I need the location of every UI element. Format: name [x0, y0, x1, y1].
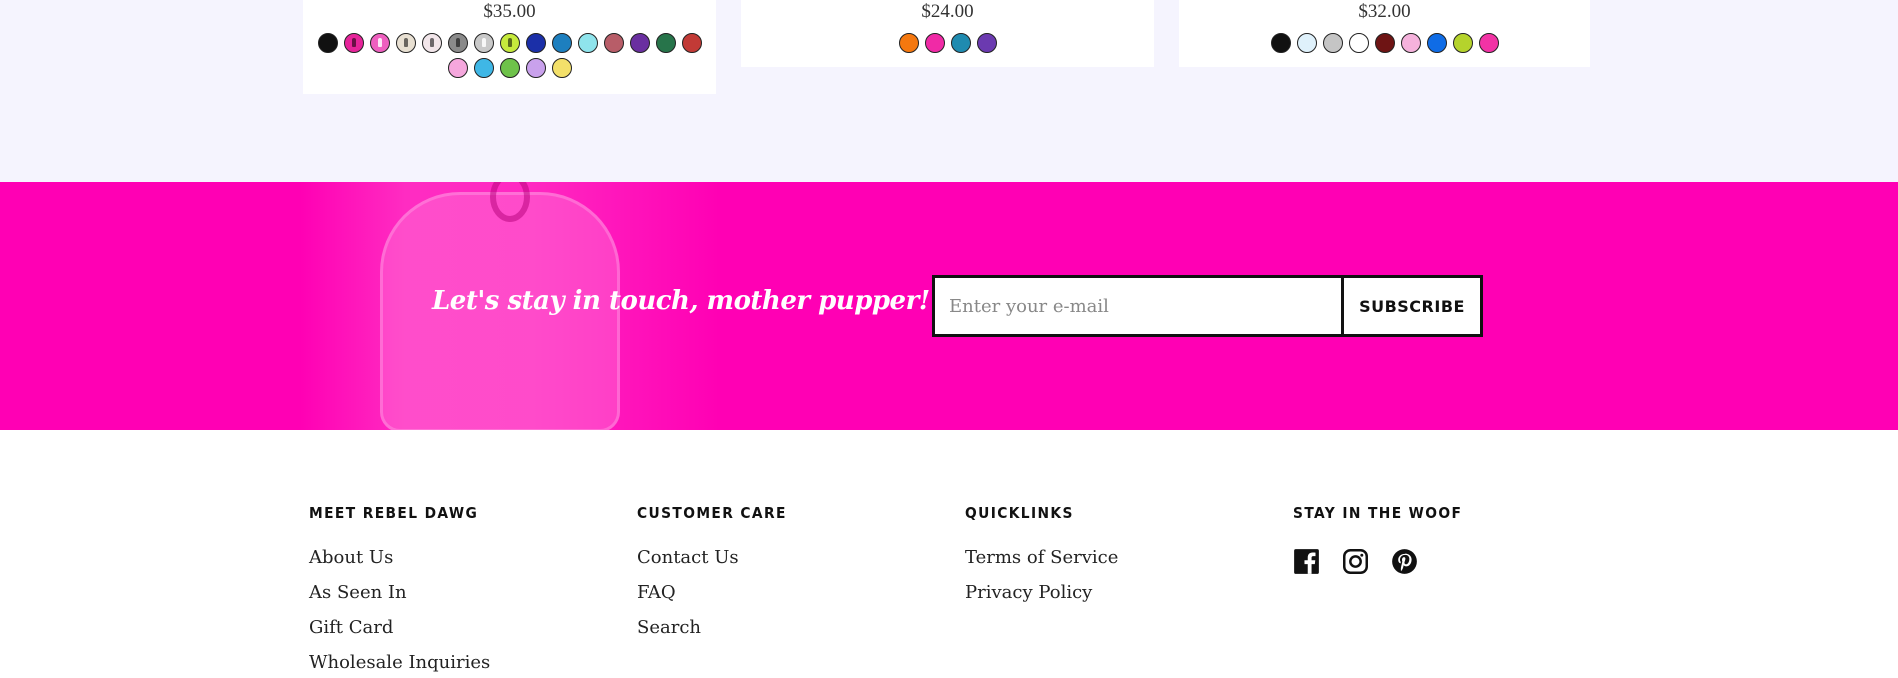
footer-column-stay-in-the-woof: STAY IN THE WOOF: [1293, 504, 1477, 575]
color-swatch[interactable]: [950, 33, 971, 53]
color-swatch[interactable]: [369, 33, 390, 53]
color-swatch[interactable]: [447, 58, 468, 78]
color-swatch[interactable]: [1374, 33, 1395, 53]
footer-link-about-us[interactable]: About Us: [309, 540, 493, 575]
social-links: [1293, 548, 1477, 575]
footer-heading: CUSTOMER CARE: [637, 504, 787, 522]
footer-link-search[interactable]: Search: [637, 610, 800, 645]
color-swatch[interactable]: [421, 33, 442, 53]
color-swatch[interactable]: [603, 33, 624, 53]
color-swatch[interactable]: [447, 33, 468, 53]
color-swatch[interactable]: [499, 33, 520, 53]
subscribe-button[interactable]: SUBSCRIBE: [1344, 278, 1480, 334]
product-card[interactable]: $24.00: [741, 0, 1154, 67]
color-swatch[interactable]: [976, 33, 997, 53]
color-swatch[interactable]: [1296, 33, 1317, 53]
color-swatch[interactable]: [395, 33, 416, 53]
footer-link-wholesale[interactable]: Wholesale Inquiries: [309, 645, 493, 678]
product-card[interactable]: $35.00: [303, 0, 716, 94]
color-swatch[interactable]: [898, 33, 919, 53]
color-swatch[interactable]: [1400, 33, 1421, 53]
color-swatch[interactable]: [525, 33, 546, 53]
product-price: $24.00: [921, 1, 974, 22]
email-input[interactable]: [935, 278, 1344, 334]
site-footer: MEET REBEL DAWG About Us As Seen In Gift…: [0, 430, 1898, 678]
color-swatch[interactable]: [629, 33, 650, 53]
footer-column-meet-rebel-dawg: MEET REBEL DAWG About Us As Seen In Gift…: [309, 504, 493, 678]
footer-heading: STAY IN THE WOOF: [1293, 504, 1463, 522]
footer-heading: QUICKLINKS: [965, 504, 1074, 522]
footer-link-gift-card[interactable]: Gift Card: [309, 610, 493, 645]
footer-link-faq[interactable]: FAQ: [637, 575, 800, 610]
color-swatch[interactable]: [551, 33, 572, 53]
footer-link-contact-us[interactable]: Contact Us: [637, 540, 800, 575]
color-swatch[interactable]: [499, 58, 520, 78]
footer-link-terms[interactable]: Terms of Service: [965, 540, 1118, 575]
newsletter-title: Let's stay in touch, mother pupper!: [432, 286, 930, 316]
color-swatch[interactable]: [1426, 33, 1447, 53]
newsletter-form: SUBSCRIBE: [932, 275, 1483, 337]
color-swatch[interactable]: [343, 33, 364, 53]
instagram-icon[interactable]: [1342, 548, 1369, 575]
footer-column-customer-care: CUSTOMER CARE Contact Us FAQ Search: [637, 504, 800, 645]
facebook-icon[interactable]: [1293, 548, 1320, 575]
product-price: $35.00: [483, 1, 536, 22]
product-price: $32.00: [1358, 1, 1411, 22]
color-swatches: [303, 33, 716, 78]
color-swatches: [1179, 33, 1590, 53]
color-swatch[interactable]: [1452, 33, 1473, 53]
product-grid: $35.00 $24.00 $32.00: [0, 0, 1898, 182]
color-swatch[interactable]: [473, 33, 494, 53]
color-swatch[interactable]: [1478, 33, 1499, 53]
color-swatch[interactable]: [551, 58, 572, 78]
color-swatch[interactable]: [681, 33, 702, 53]
color-swatch[interactable]: [525, 58, 546, 78]
color-swatch[interactable]: [924, 33, 945, 53]
footer-heading: MEET REBEL DAWG: [309, 504, 479, 522]
product-card[interactable]: $32.00: [1179, 0, 1590, 67]
color-swatch[interactable]: [577, 33, 598, 53]
color-swatch[interactable]: [655, 33, 676, 53]
pinterest-icon[interactable]: [1391, 548, 1418, 575]
footer-column-quicklinks: QUICKLINKS Terms of Service Privacy Poli…: [965, 504, 1118, 610]
footer-link-privacy[interactable]: Privacy Policy: [965, 575, 1118, 610]
color-swatch[interactable]: [1322, 33, 1343, 53]
color-swatch[interactable]: [1270, 33, 1291, 53]
color-swatch[interactable]: [317, 33, 338, 53]
color-swatch[interactable]: [473, 58, 494, 78]
color-swatch[interactable]: [1348, 33, 1369, 53]
newsletter-banner: Let's stay in touch, mother pupper! SUBS…: [0, 182, 1898, 430]
color-swatches: [741, 33, 1154, 53]
footer-link-as-seen-in[interactable]: As Seen In: [309, 575, 493, 610]
